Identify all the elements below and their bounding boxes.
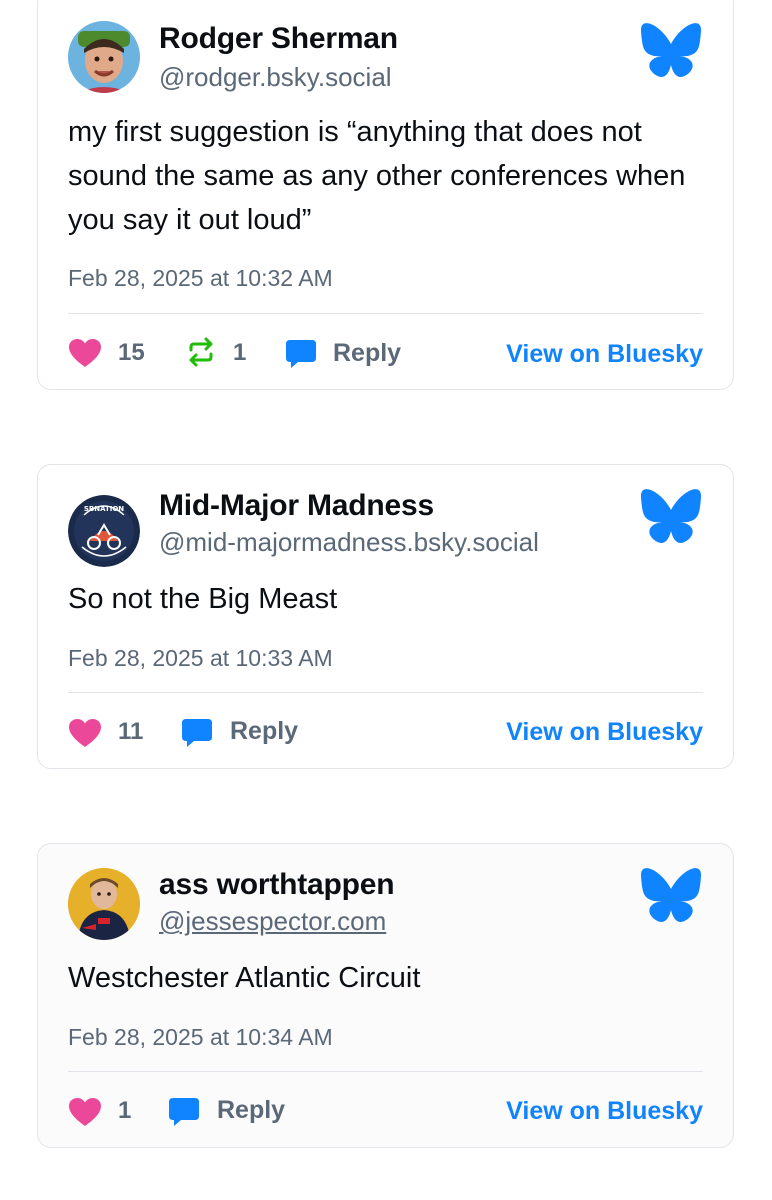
timestamp[interactable]: Feb 28, 2025 at 10:33 AM — [68, 645, 333, 672]
avatar[interactable] — [68, 21, 140, 93]
reply-icon[interactable] — [181, 718, 213, 748]
divider — [68, 313, 703, 314]
post-text: So not the Big Meast — [68, 583, 338, 615]
sbnation-logo-text: SBNATION — [84, 505, 124, 513]
view-on-bluesky-link[interactable]: View on Bluesky — [506, 340, 703, 369]
post-text: Westchester Atlantic Circuit — [68, 962, 421, 994]
heart-icon[interactable] — [68, 338, 102, 368]
divider — [68, 1071, 703, 1072]
repost-count: 1 — [233, 339, 247, 366]
author-name[interactable]: Mid-Major Madness — [159, 489, 434, 523]
author-name[interactable]: Rodger Sherman — [159, 22, 398, 56]
like-count: 1 — [118, 1097, 132, 1124]
timestamp[interactable]: Feb 28, 2025 at 10:32 AM — [68, 265, 333, 292]
post-card[interactable]: Rodger Sherman @rodger.bsky.social my fi… — [37, 0, 734, 390]
bluesky-butterfly-icon[interactable] — [639, 866, 703, 922]
author-name[interactable]: ass worthtappen — [159, 868, 395, 902]
like-count: 11 — [118, 718, 144, 745]
divider — [68, 692, 703, 693]
reply-button[interactable]: Reply — [230, 717, 298, 746]
reply-icon[interactable] — [168, 1097, 200, 1127]
timestamp[interactable]: Feb 28, 2025 at 10:34 AM — [68, 1024, 333, 1051]
reply-icon[interactable] — [285, 339, 317, 369]
post-card[interactable]: SBNATION Mid-Major Madness @mid-majormad… — [37, 464, 734, 769]
bluesky-butterfly-icon[interactable] — [639, 487, 703, 543]
heart-icon[interactable] — [68, 1097, 102, 1127]
author-handle[interactable]: @mid-majormadness.bsky.social — [159, 527, 539, 558]
heart-icon[interactable] — [68, 718, 102, 748]
author-handle[interactable]: @jessespector.com — [159, 906, 386, 937]
avatar[interactable]: SBNATION — [68, 495, 140, 567]
view-on-bluesky-link[interactable]: View on Bluesky — [506, 718, 703, 747]
reply-button[interactable]: Reply — [217, 1096, 285, 1125]
view-on-bluesky-link[interactable]: View on Bluesky — [506, 1097, 703, 1126]
author-handle[interactable]: @rodger.bsky.social — [159, 62, 392, 93]
avatar[interactable] — [68, 868, 140, 940]
post-text: my first suggestion is “anything that do… — [68, 116, 686, 236]
bluesky-butterfly-icon[interactable] — [639, 21, 703, 77]
like-count: 15 — [118, 339, 145, 366]
post-card[interactable]: ass worthtappen @jessespector.com Westch… — [37, 843, 734, 1148]
repost-icon[interactable] — [185, 336, 217, 368]
reply-button[interactable]: Reply — [333, 339, 401, 368]
